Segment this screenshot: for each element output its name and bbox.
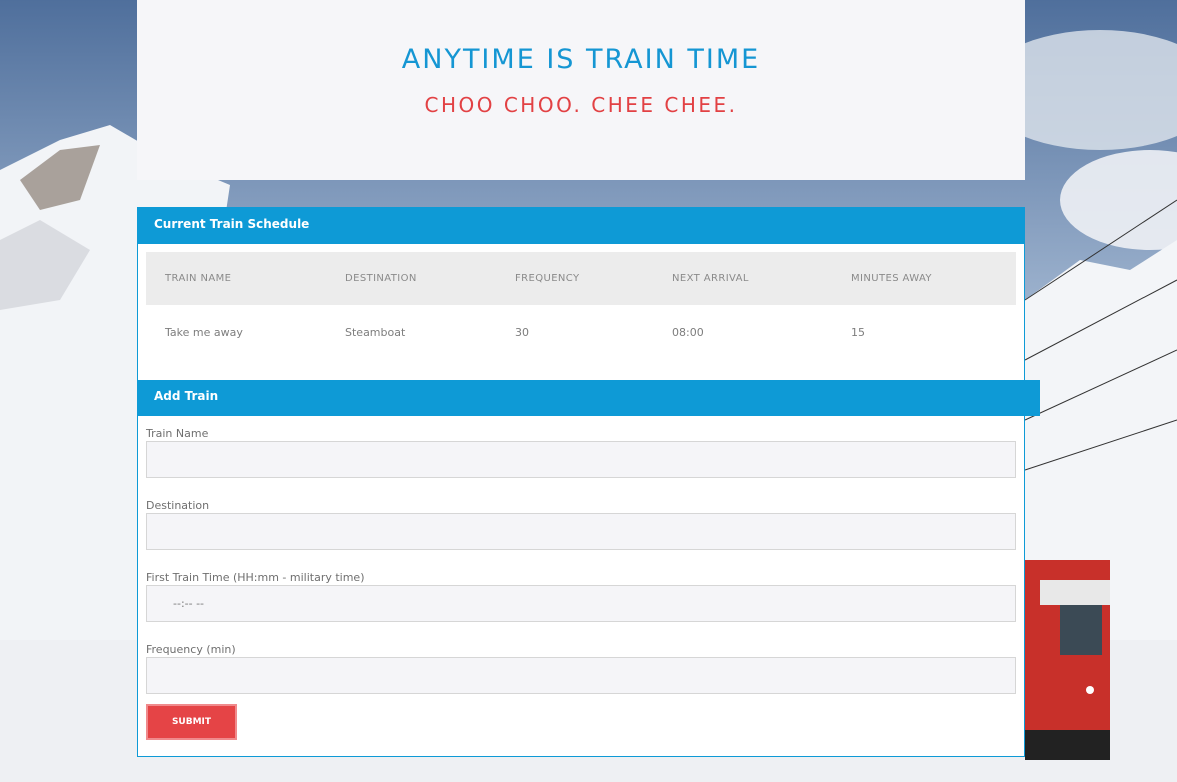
header-banner: ANYTIME IS TRAIN TIME CHOO CHOO. CHEE CH… bbox=[137, 0, 1025, 180]
train-name-input[interactable] bbox=[146, 441, 1016, 478]
train-image bbox=[1025, 560, 1110, 760]
column-header-next-arrival: NEXT ARRIVAL bbox=[672, 273, 749, 284]
frequency-input[interactable] bbox=[146, 657, 1016, 694]
column-header-minutes-away: MINUTES AWAY bbox=[851, 273, 932, 284]
page-subtitle: CHOO CHOO. CHEE CHEE. bbox=[424, 93, 738, 117]
first-train-time-label: First Train Time (HH:mm - military time) bbox=[146, 571, 365, 584]
cell-train-name: Take me away bbox=[165, 326, 243, 339]
column-header-frequency: FREQUENCY bbox=[515, 273, 580, 284]
train-panel: Current Train Schedule TRAIN NAME DESTIN… bbox=[137, 207, 1040, 757]
destination-label: Destination bbox=[146, 499, 210, 512]
frequency-label: Frequency (min) bbox=[146, 643, 236, 656]
cell-frequency: 30 bbox=[515, 326, 529, 339]
destination-input[interactable] bbox=[146, 513, 1016, 550]
first-train-time-input[interactable]: --:-- -- bbox=[146, 585, 1016, 622]
schedule-heading: Current Train Schedule bbox=[138, 208, 1024, 244]
submit-button[interactable]: SUBMIT bbox=[146, 704, 237, 740]
cell-next-arrival: 08:00 bbox=[672, 326, 704, 339]
page-title: ANYTIME IS TRAIN TIME bbox=[401, 44, 761, 75]
column-header-train-name: TRAIN NAME bbox=[165, 273, 232, 284]
add-train-form: Train Name Destination First Train Time … bbox=[146, 426, 1016, 740]
table-header-row: TRAIN NAME DESTINATION FREQUENCY NEXT AR… bbox=[146, 252, 1016, 305]
table-row: Take me away Steamboat 30 08:00 15 bbox=[146, 305, 1016, 360]
cell-destination: Steamboat bbox=[345, 326, 406, 339]
column-header-destination: DESTINATION bbox=[345, 273, 417, 284]
add-train-heading: Add Train bbox=[138, 380, 1040, 416]
schedule-table: TRAIN NAME DESTINATION FREQUENCY NEXT AR… bbox=[146, 252, 1016, 360]
cell-minutes-away: 15 bbox=[851, 326, 865, 339]
train-name-label: Train Name bbox=[146, 427, 209, 440]
